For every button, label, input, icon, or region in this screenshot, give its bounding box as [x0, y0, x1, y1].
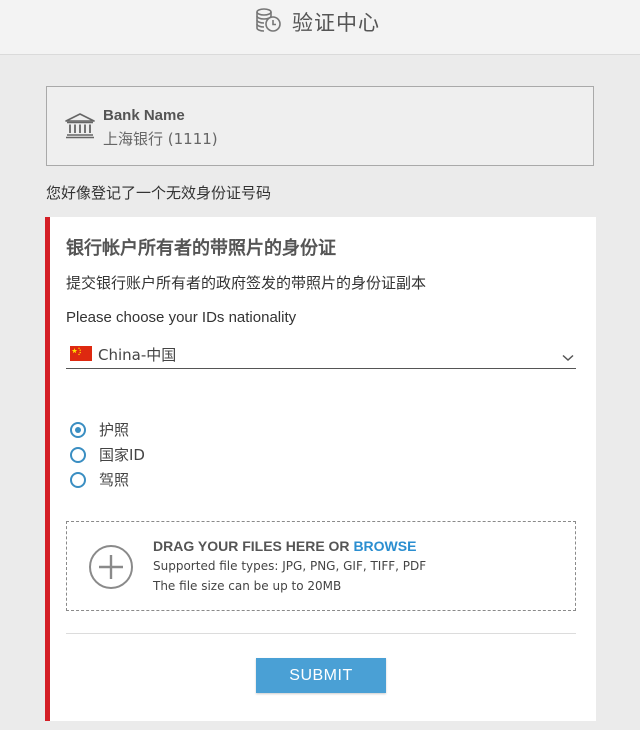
divider [66, 633, 576, 634]
id-type-option-passport[interactable]: 护照 [70, 417, 145, 442]
id-type-option-driving-license[interactable]: 驾照 [70, 467, 145, 492]
bank-card: Bank Name 上海银行 (1111) [46, 86, 594, 166]
supported-file-types: Supported file types: JPG, PNG, GIF, TIF… [153, 559, 427, 573]
page-title: 验证中心 [292, 11, 380, 35]
browse-link[interactable]: BROWSE [353, 538, 416, 554]
bank-name-value: 上海银行 (1111) [103, 130, 218, 148]
page-header: 验证中心 [0, 0, 640, 55]
nationality-select[interactable]: China-中国 [66, 339, 576, 369]
radio-label: 国家ID [99, 446, 145, 464]
chevron-down-icon [562, 347, 574, 366]
panel-subtitle: 提交银行账户所有者的政府签发的带照片的身份证副本 [66, 274, 427, 292]
id-type-option-national-id[interactable]: 国家ID [70, 442, 145, 467]
plus-circle-icon [88, 544, 134, 594]
dropzone-title-text: DRAG YOUR FILES HERE OR [153, 538, 354, 554]
bank-building-icon [65, 113, 95, 143]
id-type-radio-group: 护照 国家ID 驾照 [70, 417, 145, 492]
radio-label: 护照 [99, 421, 130, 439]
radio-button[interactable] [70, 421, 86, 438]
file-dropzone[interactable]: DRAG YOUR FILES HERE OR BROWSE Supported… [66, 521, 576, 611]
invalid-id-warning: 您好像登记了一个无效身份证号码 [46, 184, 272, 202]
nationality-selected-value: China-中国 [98, 346, 177, 364]
radio-button[interactable] [70, 471, 86, 488]
header-inner: 验证中心 [254, 6, 380, 38]
coins-clock-icon [254, 6, 282, 38]
submit-button[interactable]: SUBMIT [256, 658, 386, 693]
radio-button[interactable] [70, 446, 86, 463]
nationality-label: Please choose your IDs nationality [66, 309, 297, 326]
china-flag-icon [70, 346, 92, 365]
file-size-limit: The file size can be up to 20MB [153, 579, 342, 593]
radio-label: 驾照 [99, 471, 130, 489]
panel-title: 银行帐户所有者的带照片的身份证 [66, 238, 336, 259]
bank-name-label: Bank Name [103, 107, 185, 124]
id-upload-panel: 银行帐户所有者的带照片的身份证 提交银行账户所有者的政府签发的带照片的身份证副本… [45, 217, 596, 721]
dropzone-title: DRAG YOUR FILES HERE OR BROWSE [153, 538, 416, 554]
